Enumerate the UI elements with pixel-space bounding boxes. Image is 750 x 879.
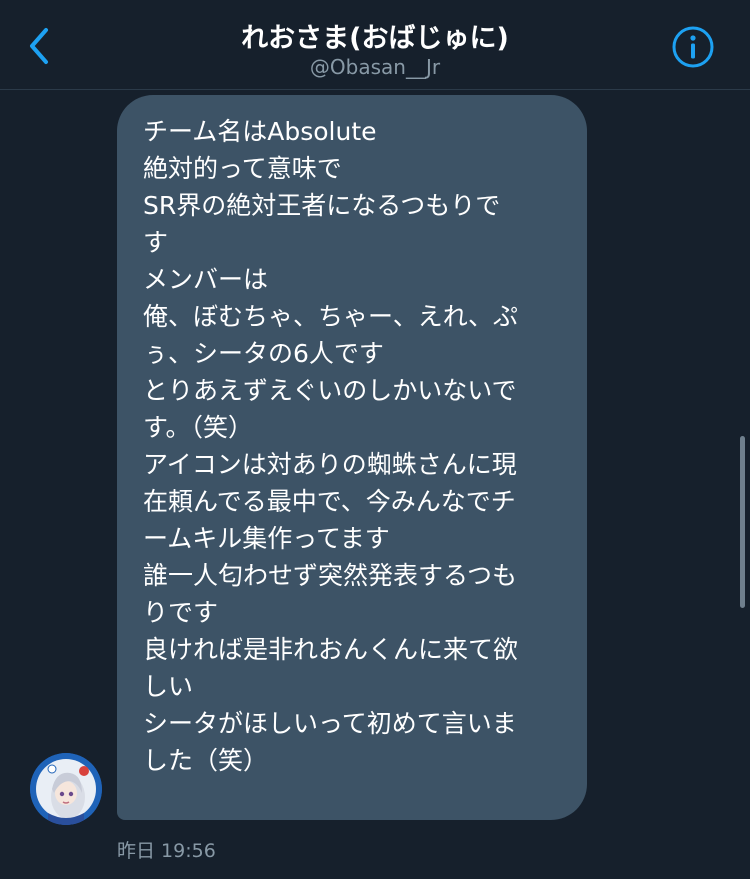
info-circle-icon [672,26,714,68]
scrollbar-thumb[interactable] [740,436,745,608]
conversation-header: れおさま(おばじゅに) @Obasan__Jr [0,0,750,90]
message-bubble[interactable]: チーム名はAbsolute 絶対的って意味で SR界の絶対王者になるつもりで す… [117,95,587,820]
user-avatar[interactable] [30,753,102,825]
conversation-title: れおさま(おばじゅに) [241,23,509,54]
message-timestamp: 昨日 19:56 [117,840,216,862]
info-button[interactable] [670,24,716,70]
avatar-image [30,753,102,825]
conversation-handle: @Obasan__Jr [309,55,441,79]
